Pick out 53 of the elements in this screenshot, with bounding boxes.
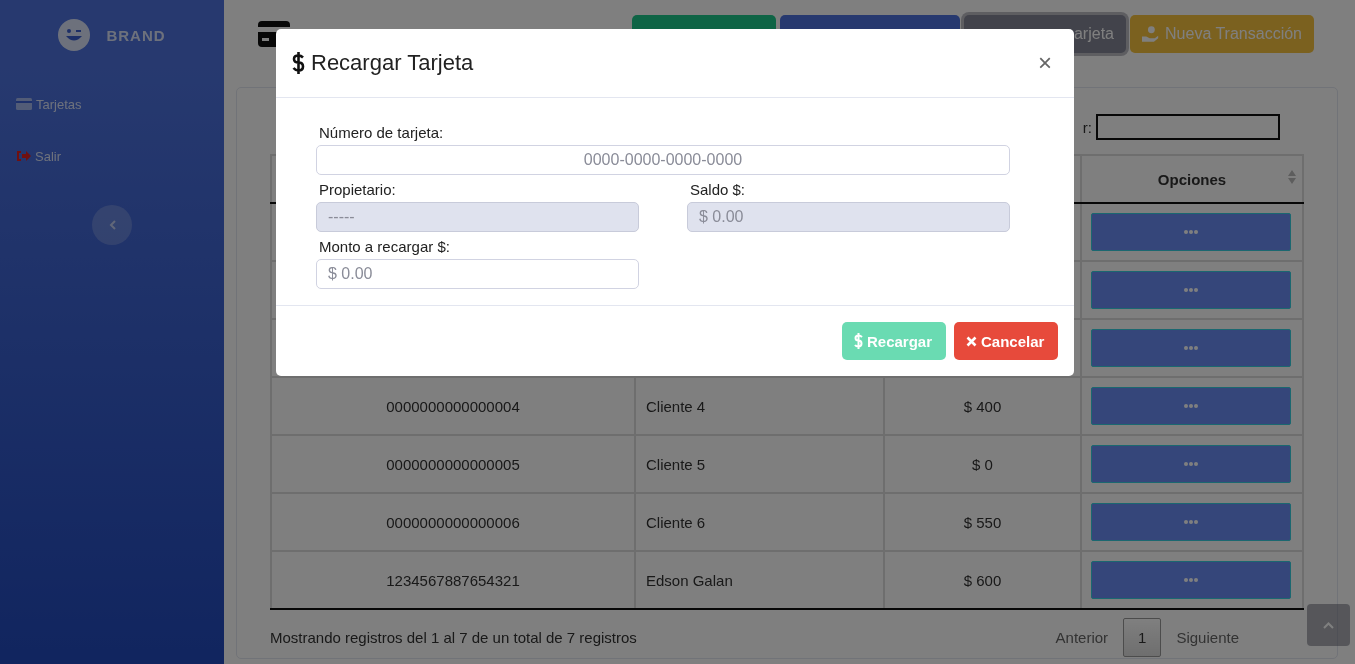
chevron-up-icon: [1323, 621, 1334, 629]
options-button[interactable]: [1091, 271, 1291, 309]
table-cell: $ 0: [972, 455, 993, 473]
brand-name: BRAND: [106, 26, 166, 44]
dollar-icon: [854, 333, 863, 349]
table-cell: $ 550: [963, 513, 1002, 531]
table-cell: 1234567887654321: [386, 571, 520, 589]
table-cell: 0000000000000005: [386, 455, 520, 473]
field-label: Monto a recargar $:: [318, 237, 451, 255]
input-field[interactable]: 0000-0000-0000-0000: [316, 145, 1010, 175]
sign-out-icon: [16, 150, 31, 162]
pagination-button[interactable]: Siguiente: [1161, 617, 1254, 657]
hand-coin-icon: [1142, 25, 1160, 43]
table-cell: 0000000000000006: [386, 513, 520, 531]
table-cell: Cliente 5: [646, 455, 706, 473]
field-label: Propietario:: [318, 180, 397, 198]
options-button[interactable]: [1091, 387, 1291, 425]
table-cell: Cliente 4: [646, 397, 706, 415]
table-cell: Cliente 6: [646, 513, 706, 531]
ellipsis-icon: [1184, 230, 1198, 234]
ellipsis-icon: [1184, 346, 1198, 350]
close-icon: [966, 335, 977, 347]
sidebar-item[interactable]: Salir: [0, 130, 224, 182]
dialog-title: Recargar Tarjeta: [311, 50, 474, 76]
search-label: r:: [1082, 118, 1092, 136]
ellipsis-icon: [1184, 520, 1198, 524]
table-cell: Edson Galan: [646, 571, 733, 589]
options-button[interactable]: [1091, 329, 1291, 367]
column-header[interactable]: Opciones: [1157, 170, 1227, 188]
sort-icon: [1288, 170, 1296, 184]
pagination-button[interactable]: 1: [1123, 617, 1162, 657]
ellipsis-icon: [1184, 404, 1198, 408]
field-label: Número de tarjeta:: [318, 123, 445, 141]
table-cell: $ 400: [963, 397, 1002, 415]
options-button[interactable]: [1091, 445, 1291, 483]
table-cell: 0000000000000004: [386, 397, 520, 415]
options-button[interactable]: [1091, 213, 1291, 251]
table-info: Mostrando registros del 1 al 7 de un total de 7 registros: [270, 628, 637, 646]
input-field[interactable]: $ 0.00: [316, 259, 639, 289]
close-button[interactable]: ×: [1032, 51, 1058, 75]
options-button[interactable]: [1091, 503, 1291, 541]
sidebar-item[interactable]: Tarjetas: [0, 78, 224, 130]
field-label: Saldo $:: [689, 180, 747, 198]
options-button[interactable]: [1091, 561, 1291, 599]
dollar-icon: [292, 52, 305, 74]
table-cell: $ 600: [963, 571, 1002, 589]
pagination-button[interactable]: Anterior: [1040, 617, 1124, 657]
dialog-button[interactable]: Cancelar: [954, 322, 1058, 360]
ellipsis-icon: [1184, 578, 1198, 582]
ellipsis-icon: [1184, 288, 1198, 292]
winking-face-icon: [58, 19, 91, 51]
search-field[interactable]: [1096, 114, 1280, 140]
ellipsis-icon: [1184, 462, 1198, 466]
